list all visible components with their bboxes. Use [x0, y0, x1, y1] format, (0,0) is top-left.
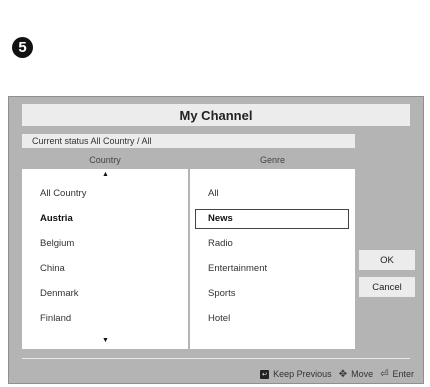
- genre-item-radio[interactable]: Radio: [190, 234, 355, 254]
- genre-item-sports[interactable]: Sports: [190, 284, 355, 304]
- country-item-belgium[interactable]: Belgium: [22, 234, 188, 254]
- ok-button[interactable]: OK: [359, 250, 415, 270]
- genre-item-news[interactable]: News: [195, 209, 349, 229]
- country-item-china[interactable]: China: [22, 259, 188, 279]
- current-status: Current status All Country / All: [22, 134, 355, 148]
- up-arrow-icon[interactable]: ▲: [102, 171, 109, 178]
- footer-help-bar: ↩ Keep Previous ✥ Move ⏎ Enter: [22, 367, 414, 381]
- country-item-denmark[interactable]: Denmark: [22, 284, 188, 304]
- country-column-header: Country: [89, 155, 121, 165]
- country-item-all-country[interactable]: All Country: [22, 184, 188, 204]
- country-list[interactable]: ▲ All Country Austria Belgium China Denm…: [22, 169, 188, 349]
- genre-item-all[interactable]: All: [190, 184, 355, 204]
- enter-key-icon: ⏎: [380, 368, 389, 380]
- move-label: Move: [351, 369, 374, 379]
- keep-previous-label: Keep Previous: [273, 369, 332, 379]
- genre-column-header: Genre: [259, 155, 285, 165]
- genre-list[interactable]: All News Radio Entertainment Sports Hote…: [190, 169, 355, 349]
- country-item-finland[interactable]: Finland: [22, 309, 188, 329]
- down-arrow-icon[interactable]: ▼: [102, 337, 109, 344]
- directional-pad-icon: ✥: [338, 368, 348, 380]
- dialog-title: My Channel: [22, 104, 410, 126]
- my-channel-dialog: My Channel Current status All Country / …: [8, 96, 424, 384]
- step-number-badge: 5: [12, 37, 33, 58]
- enter-label: Enter: [392, 369, 414, 379]
- back-key-icon: ↩: [260, 369, 270, 379]
- country-item-austria[interactable]: Austria: [22, 209, 188, 229]
- genre-item-entertainment[interactable]: Entertainment: [190, 259, 355, 279]
- footer-divider: [22, 358, 410, 359]
- cancel-button[interactable]: Cancel: [359, 277, 415, 297]
- genre-item-hotel[interactable]: Hotel: [190, 309, 355, 329]
